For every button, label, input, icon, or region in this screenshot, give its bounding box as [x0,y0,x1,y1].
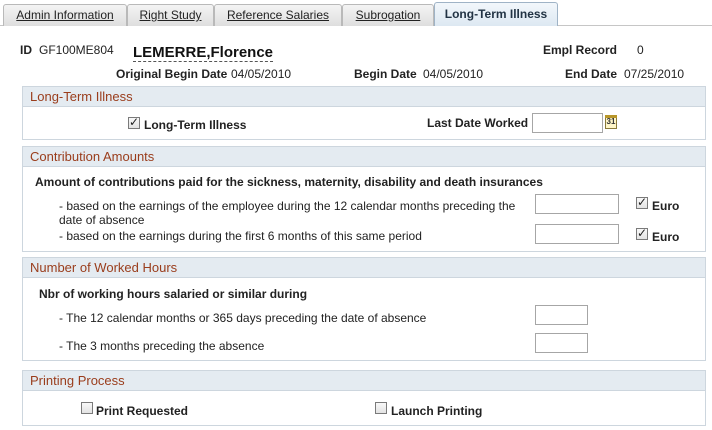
hours-3-months-input[interactable] [535,333,588,353]
euro-checkbox-2[interactable] [636,226,648,240]
contribution-amount-12-months-input[interactable] [535,194,619,214]
original-begin-date-value: 04/05/2010 [231,67,292,81]
tab-label: Long-Term Illness [444,7,548,21]
original-begin-date-label: Original Begin Date [116,67,228,81]
last-date-worked-label: Last Date Worked [427,116,529,130]
begin-date-label: Begin Date [354,67,417,81]
employee-name[interactable]: LEMERRE,Florence [133,44,274,62]
worked-hours-line-12-months: - The 12 calendar months or 365 days pre… [59,311,427,325]
long-term-illness-label: Long-Term Illness [144,118,247,132]
tab-long-term-illness[interactable]: Long-Term Illness [434,2,558,26]
tab-bar: Admin Information Right Study Reference … [0,0,712,26]
launch-printing-checkbox[interactable] [375,402,387,414]
worked-hours-line-3-months: - The 3 months preceding the absence [59,339,265,353]
print-requested-checkbox[interactable] [81,402,93,414]
tab-subrogation[interactable]: Subrogation [342,4,434,26]
euro-label-2: Euro [652,230,680,244]
worked-hours-group: Number of Worked Hours Nbr of working ho… [22,257,706,361]
printing-process-group: Printing Process Print Requested Launch … [22,370,706,426]
contribution-line-12-months: - based on the earnings of the employee … [59,199,516,227]
contribution-amounts-group: Contribution Amounts Amount of contribut… [22,146,706,252]
tab-reference-salaries[interactable]: Reference Salaries [214,4,342,26]
begin-date-value: 04/05/2010 [423,67,484,81]
end-date-label: End Date [565,67,618,81]
empl-record-value: 0 [637,43,644,57]
contribution-amount-6-months-input[interactable] [535,224,619,244]
tab-label: Right Study [139,8,202,22]
calendar-icon[interactable]: 31 [605,115,617,129]
long-term-illness-group: Long-Term Illness Long-Term Illness Last… [22,86,706,140]
tab-label: Admin Information [16,8,114,22]
group-title: Number of Worked Hours [23,258,705,278]
launch-printing-label: Launch Printing [391,404,483,418]
tab-label: Reference Salaries [226,8,330,22]
tab-admin-information[interactable]: Admin Information [3,4,127,26]
hours-12-months-input[interactable] [535,305,588,325]
tab-right-study[interactable]: Right Study [127,4,214,26]
euro-label-1: Euro [652,199,680,213]
print-requested-label: Print Requested [96,404,189,418]
contribution-heading: Amount of contributions paid for the sic… [35,175,543,189]
end-date-value: 07/25/2010 [624,67,685,81]
tab-label: Subrogation [355,8,421,22]
worked-hours-heading: Nbr of working hours salaried or similar… [39,287,308,301]
group-title: Long-Term Illness [23,87,705,107]
last-date-worked-input[interactable] [532,113,603,133]
long-term-illness-checkbox[interactable] [128,115,140,129]
euro-checkbox-1[interactable] [636,195,648,209]
group-title: Contribution Amounts [23,147,705,167]
contribution-line-6-months: - based on the earnings during the first… [59,229,422,243]
id-value: GF100ME804 [39,43,114,57]
empl-record-label: Empl Record [543,43,618,57]
group-title: Printing Process [23,371,705,391]
id-label: ID [20,43,32,57]
